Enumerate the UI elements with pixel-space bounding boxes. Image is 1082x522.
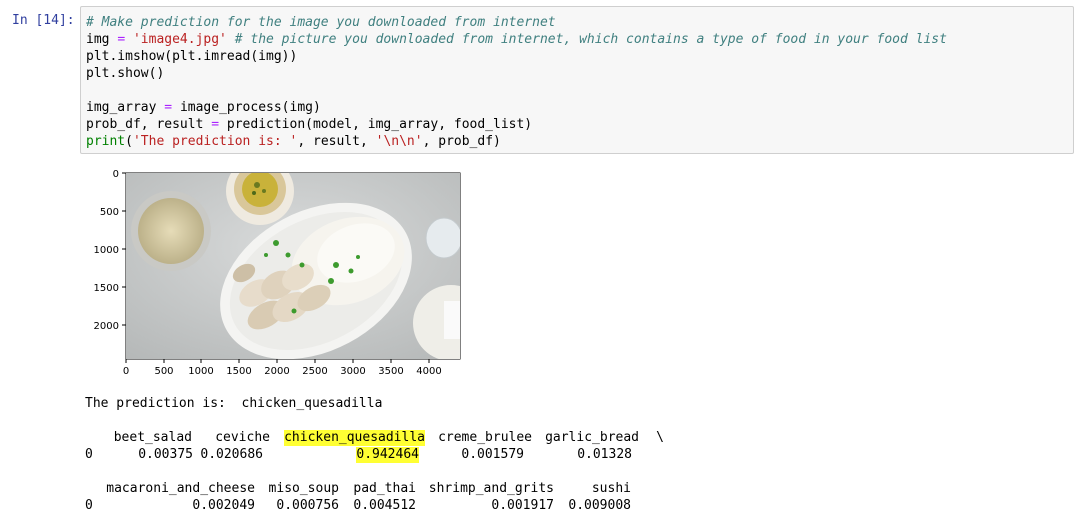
code-operator: = (164, 100, 173, 115)
cell-value: 0.000756 (276, 498, 339, 513)
cell-value: 0.01328 (577, 447, 632, 462)
row-index: 0 (85, 498, 93, 513)
column-header: creme_brulee (438, 430, 532, 445)
column-header: shrimp_and_grits (428, 481, 554, 496)
x-tick-label: 0 (123, 366, 129, 377)
code-string: 'The prediction is: ' (132, 134, 298, 149)
code-token: img (86, 32, 110, 47)
water-glass (425, 217, 460, 259)
cell-prompt: In [14]: (12, 13, 75, 28)
cell-value: 0.001579 (461, 447, 524, 462)
code-string: 'image4.jpg' (132, 32, 227, 47)
y-tick-label: 0 (113, 169, 119, 180)
x-tick-label: 2500 (302, 366, 327, 377)
code-comment: # Make prediction for the image you down… (86, 15, 556, 30)
y-tick-label: 500 (100, 207, 119, 218)
x-tick-label: 1500 (226, 366, 251, 377)
code-token: , prob_df) (422, 134, 501, 149)
column-header: ceviche (215, 430, 270, 445)
code-operator: = (117, 32, 126, 47)
column-header: macaroni_and_cheese (106, 481, 255, 496)
code-token: plt.imshow(plt.imread(img)) (86, 49, 298, 64)
code-cell[interactable]: # Make prediction for the image you down… (80, 6, 1074, 154)
food-photo (126, 173, 460, 359)
code-token: plt.show() (86, 66, 165, 81)
column-header: \ (656, 430, 664, 445)
cell-value: 0.942464 (356, 447, 419, 463)
column-header: sushi (591, 481, 631, 496)
code-token: prediction(model, img_array, food_list) (226, 117, 533, 132)
code-string: '\n\n' (375, 134, 423, 149)
x-tick-label: 2000 (264, 366, 289, 377)
y-tick-label: 1500 (94, 283, 119, 294)
cell-value: 0.001917 (491, 498, 554, 513)
x-tick-label: 500 (154, 366, 173, 377)
code-token: , result, (297, 134, 376, 149)
code-token: prob_df, result (86, 117, 204, 132)
code-comment: # the picture you downloaded from intern… (234, 32, 947, 47)
x-tick-label: 1000 (188, 366, 213, 377)
column-header: garlic_bread (545, 430, 639, 445)
y-tick-label: 1000 (94, 245, 119, 256)
x-tick-label: 3000 (340, 366, 365, 377)
code-builtin: print (86, 134, 126, 149)
prediction-line: The prediction is: chicken_quesadilla (85, 396, 383, 411)
y-axis: 0 500 1000 1500 2000 (94, 169, 126, 332)
column-header: chicken_quesadilla (284, 430, 425, 446)
cell-value: 0.004512 (353, 498, 416, 513)
column-header: pad_thai (353, 481, 416, 496)
column-header: miso_soup (268, 481, 339, 496)
code-token: img_array (86, 100, 157, 115)
cell-value: 0.020686 (200, 447, 263, 462)
row-index: 0 (85, 447, 93, 462)
y-tick-label: 2000 (94, 321, 119, 332)
code-operator: = (211, 117, 220, 132)
code-token: image_process(img) (179, 100, 321, 115)
column-header: beet_salad (113, 430, 192, 445)
x-tick-label: 3500 (378, 366, 403, 377)
x-tick-label: 4000 (416, 366, 441, 377)
code-editor[interactable]: # Make prediction for the image you down… (86, 14, 947, 150)
code-token: ( (125, 134, 133, 149)
cell-value: 0.00375 (138, 447, 193, 462)
x-axis: 0 500 1000 1500 2000 2500 3000 3500 4000 (123, 359, 442, 377)
cell-value: 0.009008 (568, 498, 631, 513)
cell-value: 0.002049 (192, 498, 255, 513)
